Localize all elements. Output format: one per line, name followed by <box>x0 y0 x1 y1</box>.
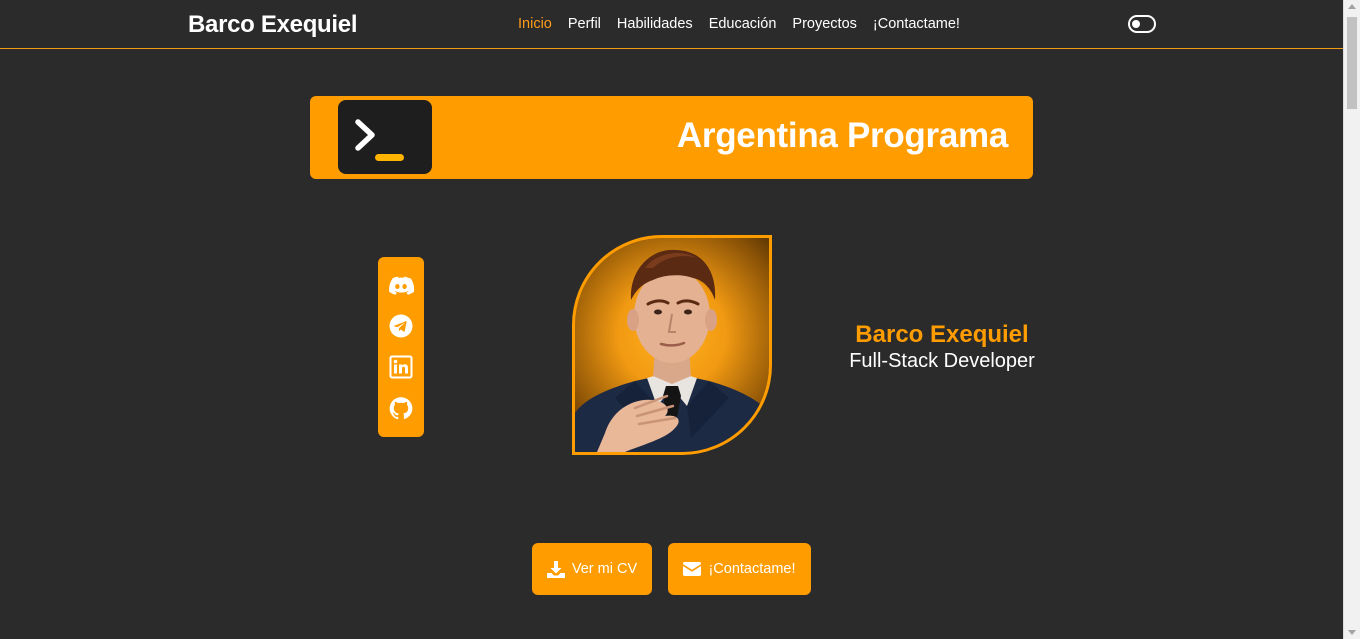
nav-habilidades[interactable]: Habilidades <box>617 16 693 32</box>
profile-photo <box>572 235 772 455</box>
nav-perfil[interactable]: Perfil <box>568 16 601 32</box>
argentina-programa-banner: Argentina Programa <box>310 96 1033 179</box>
vertical-scrollbar[interactable] <box>1343 0 1360 639</box>
discord-icon[interactable] <box>388 273 414 297</box>
envelope-icon <box>683 562 702 576</box>
theme-toggle[interactable] <box>1128 15 1156 33</box>
navbar: Barco Exequiel Inicio Perfil Habilidades… <box>0 0 1343 49</box>
scroll-down-icon[interactable] <box>1348 630 1356 635</box>
brand-link[interactable]: Barco Exequiel <box>188 11 358 39</box>
nav-contactame[interactable]: ¡Contactame! <box>873 16 960 32</box>
view-cv-button[interactable]: Ver mi CV <box>532 543 652 595</box>
contact-label: ¡Contactame! <box>708 561 796 577</box>
scroll-up-icon[interactable] <box>1348 4 1356 9</box>
nav-educacion[interactable]: Educación <box>709 16 777 32</box>
profile-name: Barco Exequiel <box>855 321 1029 348</box>
social-links <box>378 257 424 437</box>
contact-button[interactable]: ¡Contactame! <box>668 543 811 595</box>
view-cv-label: Ver mi CV <box>571 561 638 577</box>
telegram-icon[interactable] <box>388 314 414 338</box>
nav-proyectos[interactable]: Proyectos <box>792 16 856 32</box>
github-icon[interactable] <box>388 396 414 420</box>
scroll-thumb[interactable] <box>1347 17 1357 109</box>
profile-role: Full-Stack Developer <box>849 350 1035 372</box>
profile-photo-illustration <box>575 249 769 452</box>
terminal-icon <box>338 100 432 174</box>
nav-menu: Inicio Perfil Habilidades Educación Proy… <box>518 16 960 32</box>
linkedin-icon[interactable] <box>388 355 414 379</box>
download-icon <box>546 560 565 578</box>
profile-heading: Barco Exequiel Full-Stack Developer <box>842 321 1042 373</box>
banner-title: Argentina Programa <box>676 116 1008 155</box>
toggle-knob <box>1132 19 1140 28</box>
nav-inicio[interactable]: Inicio <box>518 16 552 32</box>
